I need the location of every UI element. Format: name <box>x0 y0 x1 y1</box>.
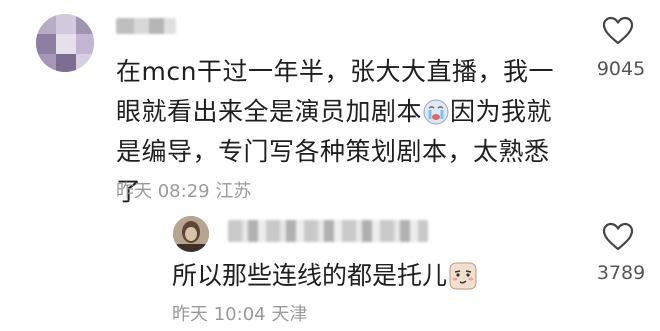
smirk-face-emoji-icon <box>449 262 477 290</box>
reply-name-redacted <box>228 220 428 242</box>
heart-outline-icon <box>602 222 634 251</box>
commenter-name-redacted <box>116 18 176 34</box>
reply-location: 天津 <box>271 304 308 325</box>
like-count: 9045 <box>596 58 646 80</box>
reply-avatar[interactable] <box>173 216 209 252</box>
comment-meta: 昨天 08:29 江苏 <box>116 177 251 203</box>
reply-meta: 昨天 10:04 天津 <box>172 300 307 326</box>
reply-time: 昨天 10:04 <box>172 304 266 325</box>
reply-avatar-image <box>173 216 209 252</box>
crying-face-emoji-icon <box>423 97 449 125</box>
reply-text-content: 所以那些连线的都是托儿 <box>172 261 448 290</box>
comment-location: 江苏 <box>215 181 252 202</box>
like-button[interactable] <box>602 16 634 46</box>
commenter-avatar[interactable] <box>36 14 94 72</box>
comment-time: 昨天 08:29 <box>116 181 210 202</box>
reply-text: 所以那些连线的都是托儿 <box>172 258 477 294</box>
heart-outline-icon <box>602 16 634 45</box>
reply-like-button[interactable] <box>602 222 634 252</box>
reply-like-count: 3789 <box>596 262 646 284</box>
